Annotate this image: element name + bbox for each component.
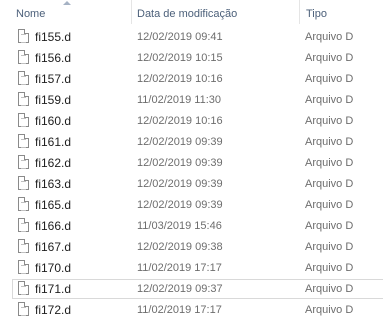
- file-name: fi166.d: [35, 219, 72, 233]
- column-divider[interactable]: [299, 0, 300, 24]
- file-type: Arquivo D: [305, 283, 354, 295]
- file-icon-lines: [21, 244, 26, 253]
- file-icon: [18, 176, 29, 190]
- file-icon: [18, 260, 29, 274]
- file-name: fi159.d: [35, 93, 72, 107]
- file-icon: [18, 281, 29, 295]
- file-icon-lines: [21, 55, 26, 64]
- file-name: fi165.d: [35, 198, 72, 212]
- file-icon-lines: [21, 34, 26, 43]
- file-icon: [18, 92, 29, 106]
- file-type: Arquivo D: [305, 136, 354, 148]
- column-header-type[interactable]: Tipo: [306, 0, 327, 24]
- file-icon: [18, 155, 29, 169]
- file-type: Arquivo D: [305, 220, 354, 232]
- file-type: Arquivo D: [305, 52, 354, 64]
- file-type: Arquivo D: [305, 178, 354, 190]
- file-icon-lines: [21, 202, 26, 211]
- file-row[interactable]: fi155.d 12/02/2019 09:41 Arquivo D: [0, 27, 383, 47]
- file-modified-date: 12/02/2019 10:16: [137, 73, 223, 85]
- file-icon: [18, 29, 29, 43]
- file-modified-date: 12/02/2019 09:39: [137, 178, 223, 190]
- file-modified-date: 12/02/2019 09:37: [137, 283, 223, 295]
- file-type: Arquivo D: [305, 304, 354, 316]
- file-icon-lines: [21, 97, 26, 106]
- file-modified-date: 11/02/2019 11:30: [137, 94, 222, 106]
- file-row[interactable]: fi160.d 12/02/2019 10:16 Arquivo D: [0, 111, 383, 131]
- file-name: fi162.d: [35, 156, 72, 170]
- file-row[interactable]: fi163.d 12/02/2019 09:39 Arquivo D: [0, 174, 383, 194]
- file-name: fi170.d: [35, 261, 72, 275]
- file-row[interactable]: fi167.d 12/02/2019 09:38 Arquivo D: [0, 237, 383, 257]
- file-type: Arquivo D: [305, 262, 354, 274]
- file-icon: [18, 197, 29, 211]
- column-header-name[interactable]: Nome: [16, 0, 45, 24]
- file-type: Arquivo D: [305, 94, 354, 106]
- file-icon-lines: [21, 181, 26, 190]
- file-row[interactable]: fi159.d 11/02/2019 11:30 Arquivo D: [0, 90, 383, 110]
- file-modified-date: 11/02/2019 17:17: [137, 262, 222, 274]
- file-modified-date: 11/02/2019 17:17: [137, 304, 222, 316]
- file-type: Arquivo D: [305, 73, 354, 85]
- file-modified-date: 12/02/2019 09:39: [137, 136, 223, 148]
- file-icon: [18, 218, 29, 232]
- file-type: Arquivo D: [305, 199, 354, 211]
- file-name: fi171.d: [35, 282, 72, 296]
- file-modified-date: 12/02/2019 09:39: [137, 199, 223, 211]
- file-row[interactable]: fi166.d 11/03/2019 15:46 Arquivo D: [0, 216, 383, 236]
- column-divider[interactable]: [131, 0, 132, 24]
- file-row[interactable]: fi172.d 11/02/2019 17:17 Arquivo D: [0, 300, 383, 320]
- file-type: Arquivo D: [305, 157, 354, 169]
- file-modified-date: 12/02/2019 09:38: [137, 241, 223, 253]
- file-row[interactable]: fi156.d 12/02/2019 10:15 Arquivo D: [0, 48, 383, 68]
- file-row[interactable]: fi170.d 11/02/2019 17:17 Arquivo D: [0, 258, 383, 278]
- file-type: Arquivo D: [305, 115, 354, 127]
- file-modified-date: 12/02/2019 10:15: [137, 52, 223, 64]
- file-name: fi155.d: [35, 30, 72, 44]
- file-icon-lines: [21, 139, 26, 148]
- file-modified-date: 12/02/2019 10:16: [137, 115, 223, 127]
- file-name: fi163.d: [35, 177, 72, 191]
- file-icon-lines: [21, 160, 26, 169]
- file-icon-lines: [21, 265, 26, 274]
- file-row[interactable]: fi165.d 12/02/2019 09:39 Arquivo D: [0, 195, 383, 215]
- file-icon: [18, 302, 29, 316]
- column-header-bar: Nome Data de modificação Tipo: [0, 0, 383, 24]
- file-row[interactable]: fi162.d 12/02/2019 09:39 Arquivo D: [0, 153, 383, 173]
- file-row[interactable]: fi161.d 12/02/2019 09:39 Arquivo D: [0, 132, 383, 152]
- file-row[interactable]: fi157.d 12/02/2019 10:16 Arquivo D: [0, 69, 383, 89]
- file-icon-lines: [21, 118, 26, 127]
- file-icon: [18, 113, 29, 127]
- file-icon-lines: [21, 223, 26, 232]
- file-type: Arquivo D: [305, 31, 354, 43]
- sort-ascending-icon: [63, 1, 71, 5]
- file-icon-lines: [21, 307, 26, 316]
- file-row-selected[interactable]: fi171.d 12/02/2019 09:37 Arquivo D: [0, 279, 383, 299]
- file-icon: [18, 134, 29, 148]
- file-name: fi160.d: [35, 114, 72, 128]
- file-icon-lines: [21, 286, 26, 295]
- file-name: fi167.d: [35, 240, 72, 254]
- file-modified-date: 12/02/2019 09:41: [137, 31, 223, 43]
- file-name: fi157.d: [35, 72, 72, 86]
- file-modified-date: 11/03/2019 15:46: [137, 220, 222, 232]
- file-icon: [18, 50, 29, 64]
- file-name: fi156.d: [35, 51, 72, 65]
- file-icon-lines: [21, 76, 26, 85]
- file-name: fi161.d: [35, 135, 72, 149]
- file-icon: [18, 71, 29, 85]
- file-modified-date: 12/02/2019 09:39: [137, 157, 223, 169]
- file-icon: [18, 239, 29, 253]
- file-name: fi172.d: [35, 303, 72, 317]
- file-type: Arquivo D: [305, 241, 354, 253]
- column-header-date[interactable]: Data de modificação: [137, 0, 237, 24]
